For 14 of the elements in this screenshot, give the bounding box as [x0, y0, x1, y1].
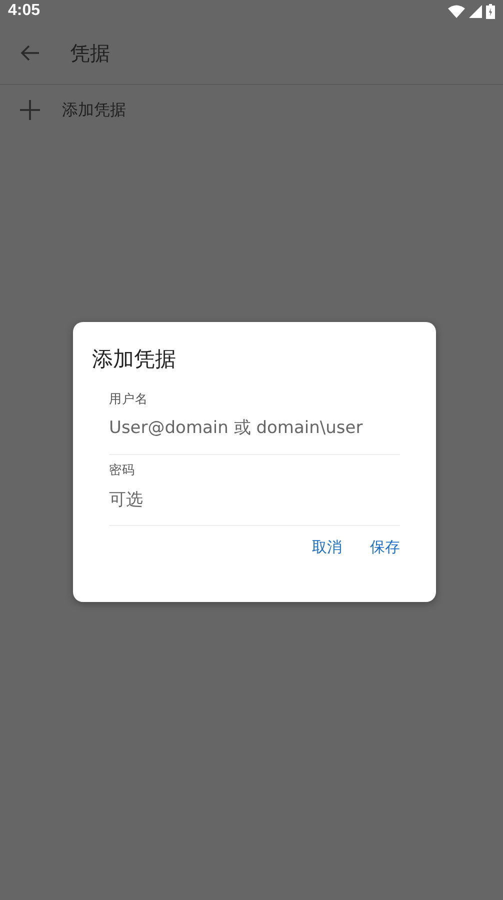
field-label: 密码 — [109, 460, 136, 479]
dialog-title: 添加凭据 — [92, 346, 177, 373]
field-label: 用户名 — [109, 390, 149, 408]
list-item[interactable]: 添加凭据 — [0, 85, 503, 135]
battery-icon — [486, 4, 495, 18]
add-icon — [18, 98, 42, 122]
status-time: 4:05 — [8, 1, 40, 21]
input-field[interactable]: User@domain 或 domain\user — [109, 408, 400, 454]
dialog-button[interactable]: 保存 — [370, 530, 400, 564]
toolbar-title: 凭据 — [70, 40, 110, 67]
dialog-button[interactable]: 取消 — [312, 530, 342, 564]
wifi-icon — [448, 4, 465, 18]
signal-icon — [469, 4, 482, 18]
input-field[interactable]: 可选 — [109, 480, 400, 525]
